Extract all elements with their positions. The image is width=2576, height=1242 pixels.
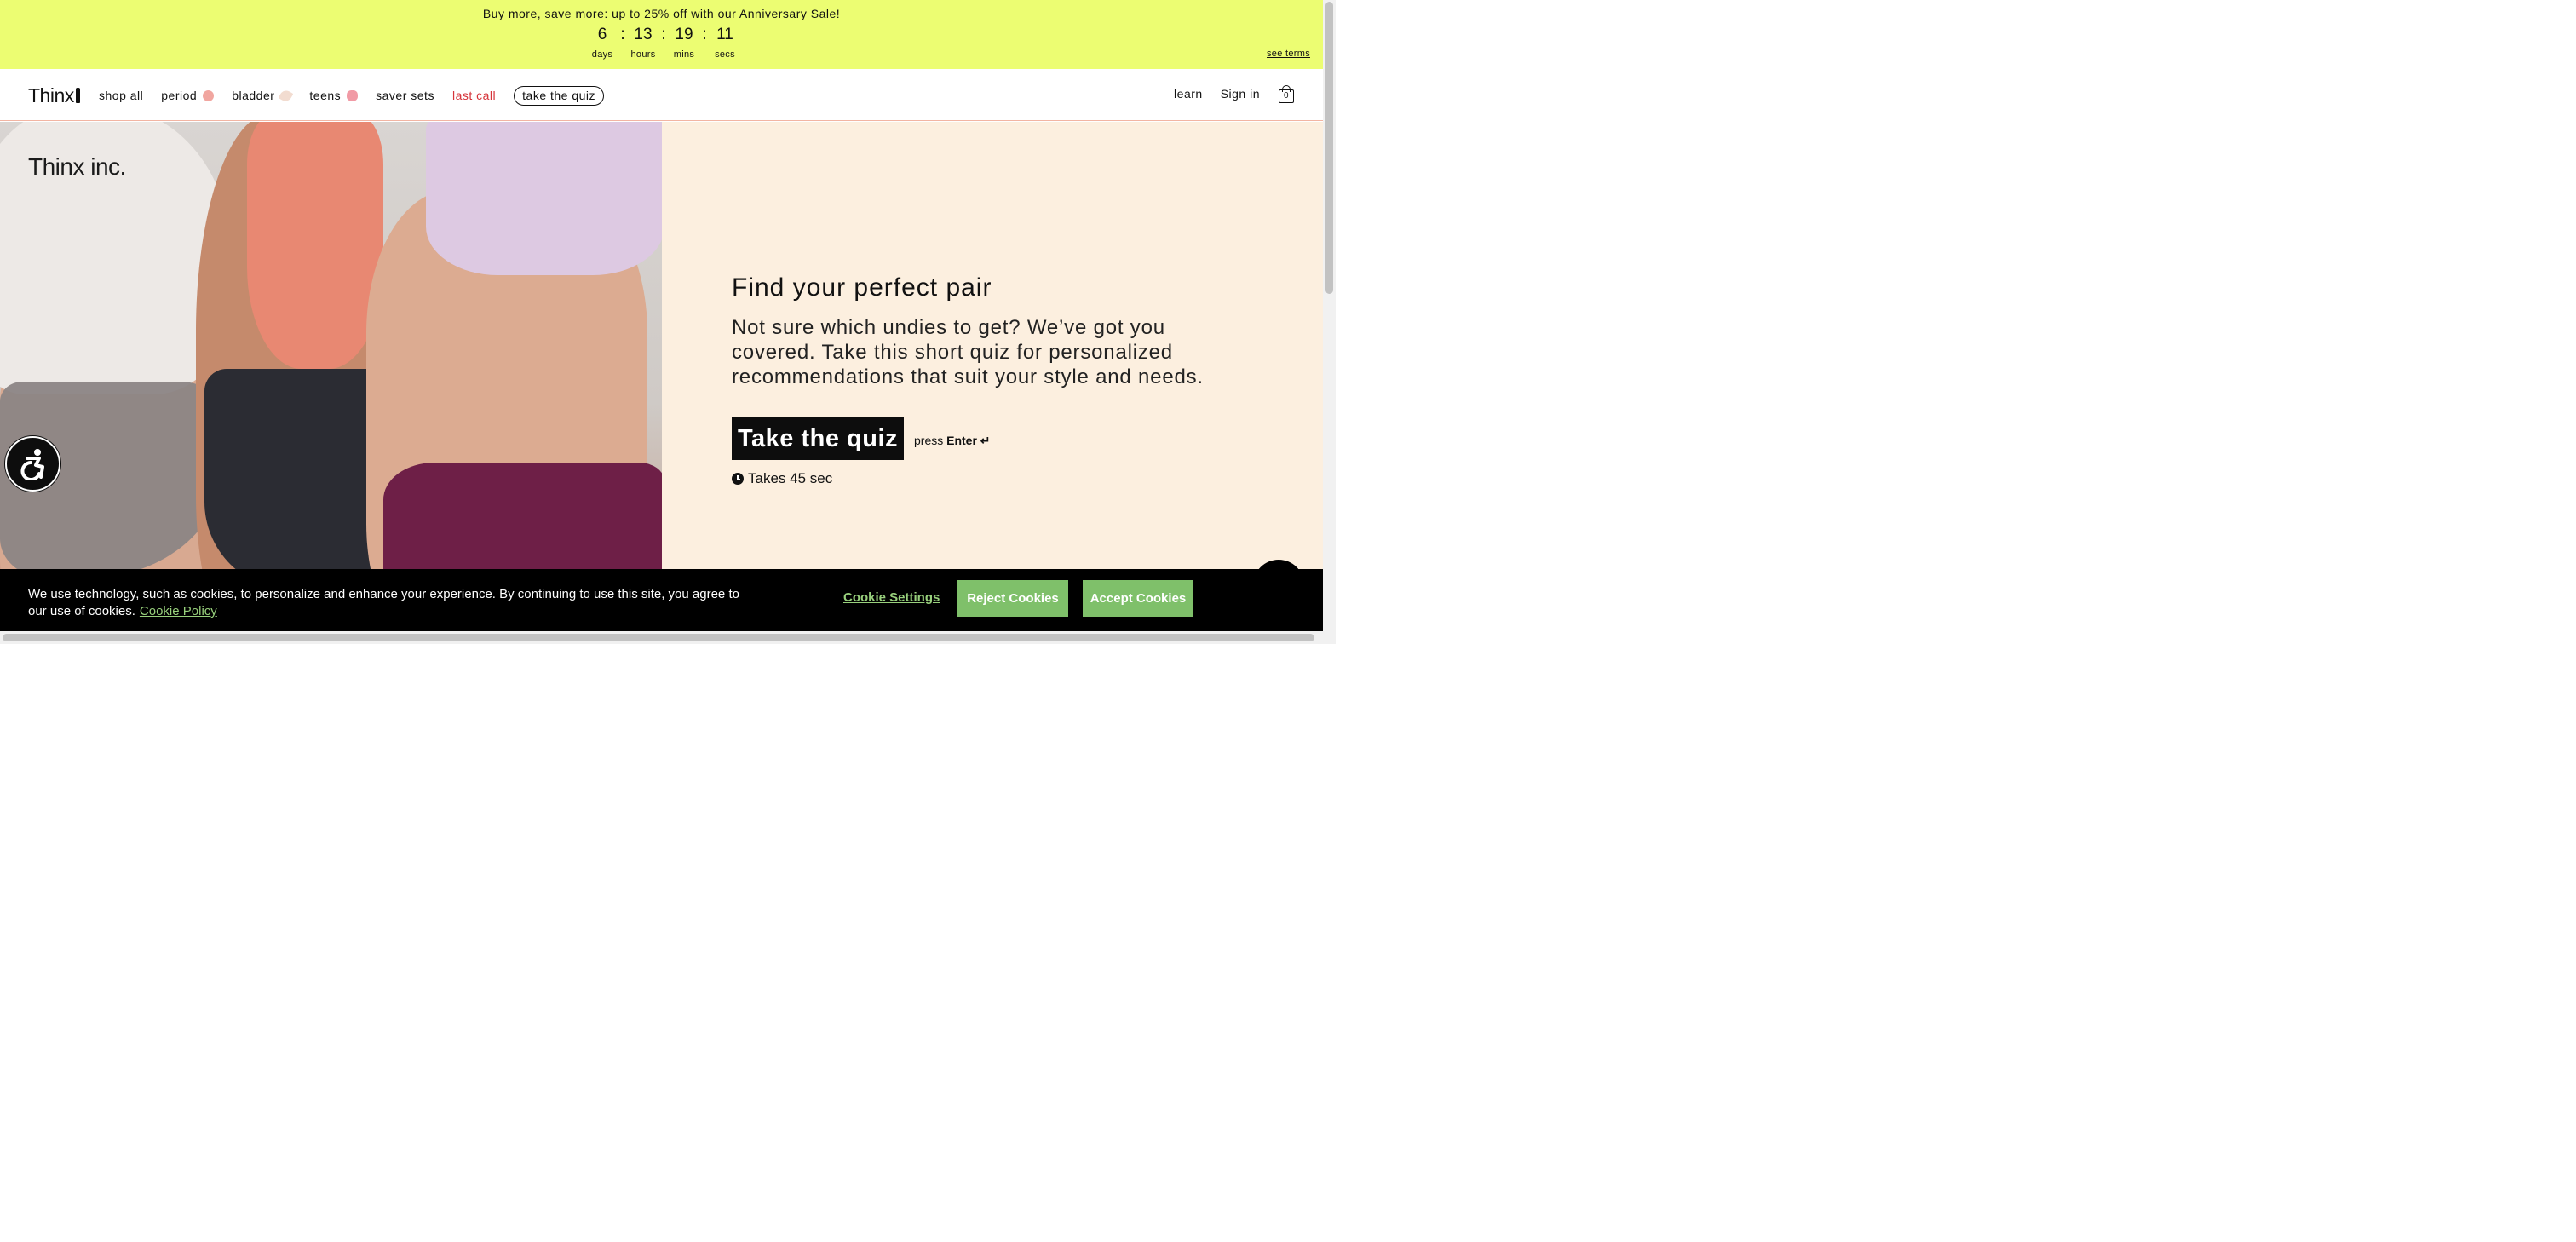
cookie-message: We use technology, such as cookies, to p…: [28, 586, 752, 620]
countdown-secs-value: 11: [716, 26, 733, 43]
cookie-policy-link[interactable]: Cookie Policy: [140, 604, 217, 618]
vertical-scrollbar-thumb[interactable]: [1325, 2, 1333, 294]
cart-count: 0: [1283, 91, 1290, 101]
period-dot-icon: [203, 89, 215, 101]
press-enter-hint: press Enter ↵: [914, 434, 991, 448]
hero-brand-watermark: Thinx inc.: [28, 153, 126, 180]
header-actions: learn Sign in 0: [1156, 85, 1294, 103]
nav-bladder-label: bladder: [232, 89, 275, 102]
nav-shop-all-label: shop all: [99, 89, 144, 102]
enter-key-label: Enter ↵: [946, 434, 991, 447]
nav-last-call-label: last call: [451, 89, 497, 102]
horizontal-scrollbar-thumb[interactable]: [3, 634, 1314, 641]
hero-title: Find your perfect pair: [732, 273, 992, 302]
nav-teens-label: teens: [309, 89, 342, 102]
countdown-hours-value: 13: [634, 26, 653, 43]
countdown-separator: :: [661, 26, 666, 43]
quiz-duration: Takes 45 sec: [732, 470, 832, 487]
take-the-quiz-button[interactable]: Take the quiz: [732, 417, 904, 460]
sign-in-link[interactable]: Sign in: [1221, 87, 1260, 101]
cookie-banner: We use technology, such as cookies, to p…: [0, 569, 1323, 631]
countdown-days-label: days: [591, 49, 613, 60]
hero-image: Thinx inc.: [0, 122, 662, 633]
horizontal-scrollbar[interactable]: [0, 631, 1323, 644]
logo-mark-icon: [75, 88, 80, 103]
countdown-secs-label: secs: [715, 49, 735, 60]
nav-saver-sets[interactable]: saver sets: [376, 85, 434, 106]
countdown-hours: 13 hours: [627, 26, 659, 60]
cookie-message-text: We use technology, such as cookies, to p…: [28, 587, 739, 618]
cookie-settings-button[interactable]: Cookie Settings: [843, 590, 940, 605]
main-nav: shop all period bladder teens saver sets…: [99, 85, 622, 106]
promo-text: Buy more, save more: up to 25% off with …: [482, 7, 841, 20]
nav-bladder[interactable]: bladder: [232, 85, 294, 106]
countdown-mins-label: mins: [673, 49, 695, 60]
logo-text: Thinx: [28, 84, 74, 106]
nav-take-the-quiz-label: take the quiz: [522, 89, 596, 102]
cart-button[interactable]: 0: [1279, 85, 1294, 103]
nav-saver-sets-label: saver sets: [376, 89, 434, 102]
reject-cookies-button[interactable]: Reject Cookies: [957, 580, 1068, 617]
countdown-mins: 19 mins: [668, 26, 700, 60]
clock-icon: [732, 473, 744, 485]
teens-flower-icon: [347, 89, 359, 101]
nav-period-label: period: [161, 89, 198, 102]
nav-period[interactable]: period: [161, 85, 215, 106]
nav-teens[interactable]: teens: [309, 85, 359, 106]
countdown-mins-value: 19: [675, 26, 693, 43]
countdown-hours-label: hours: [630, 49, 656, 60]
accessibility-button[interactable]: [5, 436, 60, 492]
hero-description: Not sure which undies to get? We’ve got …: [732, 316, 1204, 388]
countdown-days-value: 6: [597, 26, 607, 43]
accept-cookies-button[interactable]: Accept Cookies: [1083, 580, 1193, 617]
accessibility-icon: [20, 448, 44, 480]
hero-figure-shape: [247, 122, 383, 369]
promo-bar: Buy more, save more: up to 25% off with …: [0, 0, 1323, 69]
see-terms-link[interactable]: see terms: [1267, 49, 1310, 59]
quiz-duration-text: Takes 45 sec: [748, 470, 833, 486]
site-header: Thinx shop all period bladder teens save…: [0, 69, 1323, 121]
nav-shop-all[interactable]: shop all: [99, 85, 143, 106]
vertical-scrollbar[interactable]: [1323, 0, 1336, 644]
hero-figure-shape: [426, 122, 662, 275]
nav-last-call[interactable]: last call: [452, 85, 496, 106]
countdown-secs: 11 secs: [709, 26, 741, 60]
thinx-logo[interactable]: Thinx: [28, 84, 80, 107]
countdown-separator: :: [620, 26, 625, 43]
countdown-days: 6 days: [586, 26, 618, 60]
hero-content: Find your perfect pair Not sure which un…: [662, 122, 1323, 633]
nav-take-the-quiz[interactable]: take the quiz: [514, 85, 605, 106]
countdown-separator: :: [702, 26, 707, 43]
countdown-timer: 6 days : 13 hours : 19 mins : 11 secs: [586, 26, 741, 60]
nav-learn[interactable]: learn: [1174, 87, 1203, 101]
press-label: press: [914, 434, 944, 447]
bladder-leaf-icon: [279, 88, 294, 103]
